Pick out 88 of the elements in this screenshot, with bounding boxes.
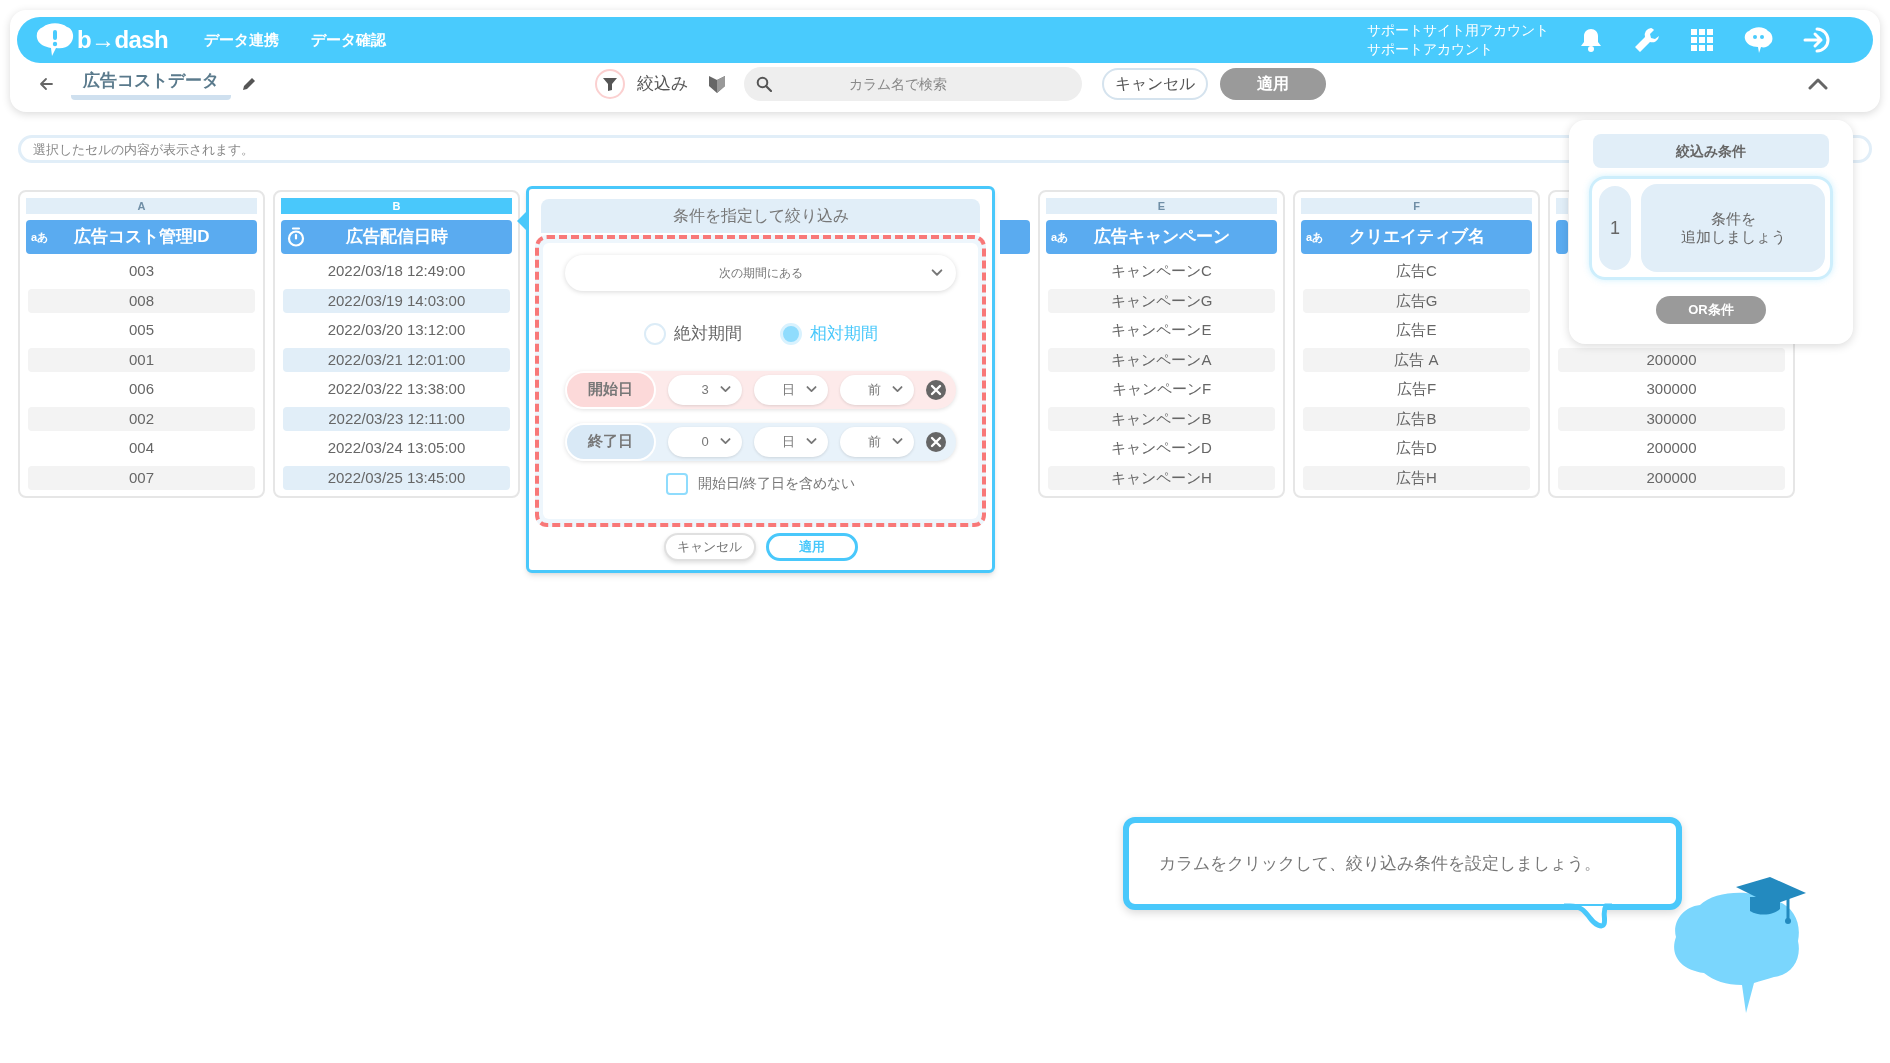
- stopwatch-icon: [287, 227, 305, 247]
- column-letter[interactable]: [1556, 198, 1568, 214]
- column-header[interactable]: [1000, 220, 1030, 254]
- operator-dropdown[interactable]: 次の期間にある: [565, 255, 956, 291]
- column-letter[interactable]: E: [1046, 198, 1277, 214]
- table-cell[interactable]: 広告C: [1303, 259, 1530, 284]
- table-cell[interactable]: 広告G: [1303, 288, 1530, 313]
- table-cell[interactable]: 広告F: [1303, 377, 1530, 402]
- range-dropdown[interactable]: 前: [839, 426, 914, 457]
- table-cell[interactable]: 2022/03/22 13:38:00: [283, 377, 510, 402]
- panel-title: 絞込み条件: [1593, 134, 1829, 168]
- search-field[interactable]: カラム名で検索: [744, 67, 1082, 101]
- table-cell[interactable]: 広告 A: [1303, 347, 1530, 372]
- condition-placeholder-text: 条件を: [1710, 210, 1756, 228]
- cancel-button[interactable]: キャンセル: [1102, 68, 1208, 100]
- account-text: サポートアカウント: [1367, 40, 1494, 59]
- range-dropdown[interactable]: 0: [667, 426, 742, 457]
- table-cell[interactable]: 広告E: [1303, 318, 1530, 343]
- cloud-icon[interactable]: [1743, 26, 1773, 54]
- table-cell[interactable]: 007: [28, 465, 255, 490]
- table-cell[interactable]: 006: [28, 377, 255, 402]
- cancel-button[interactable]: キャンセル: [663, 533, 756, 561]
- logo-text: b→dash: [77, 25, 169, 55]
- logo-icon[interactable]: [35, 23, 75, 57]
- range-dropdown[interactable]: 3: [667, 374, 742, 405]
- range-dropdown[interactable]: 日: [753, 374, 828, 405]
- table-cell[interactable]: キャンペーンE: [1048, 318, 1275, 343]
- funnel-icon: [602, 76, 618, 92]
- range-dropdown[interactable]: 前: [839, 374, 914, 405]
- table-cell[interactable]: 広告B: [1303, 406, 1530, 431]
- condition-placeholder-box[interactable]: 条件を 追加しましょう: [1641, 184, 1825, 272]
- table-cell[interactable]: 300000: [1558, 377, 1785, 402]
- account-text: サポートサイト用アカウント: [1367, 21, 1549, 40]
- column-header[interactable]: [1556, 220, 1568, 254]
- table-cell[interactable]: 005: [28, 318, 255, 343]
- radio-option[interactable]: 絶対期間: [643, 321, 742, 347]
- clear-icon[interactable]: [926, 379, 946, 400]
- filter-button[interactable]: [595, 69, 625, 99]
- table-cell[interactable]: 2022/03/23 12:11:00: [283, 406, 510, 431]
- clear-icon[interactable]: [926, 431, 946, 452]
- table-cell[interactable]: 2022/03/21 12:01:00: [283, 347, 510, 372]
- pencil-icon[interactable]: [241, 76, 257, 92]
- table-cell[interactable]: 300000: [1558, 406, 1785, 431]
- table-cell[interactable]: 001: [28, 347, 255, 372]
- table-cell[interactable]: 200000: [1558, 465, 1785, 490]
- table-cell[interactable]: 2022/03/24 13:05:00: [283, 436, 510, 461]
- table-cell[interactable]: キャンペーンG: [1048, 288, 1275, 313]
- back-arrow-icon[interactable]: [39, 77, 53, 91]
- grid-icon[interactable]: [1691, 29, 1713, 51]
- search-icon: [756, 76, 772, 92]
- condition-placeholder-text: 追加しましょう: [1680, 228, 1786, 246]
- collapse-icon[interactable]: [1808, 78, 1828, 90]
- table-cell[interactable]: 2022/03/25 13:45:00: [283, 465, 510, 490]
- table-cell[interactable]: 2022/03/18 12:49:00: [283, 259, 510, 284]
- table-cell[interactable]: キャンペーンB: [1048, 406, 1275, 431]
- table-cell[interactable]: 広告D: [1303, 436, 1530, 461]
- table-cell[interactable]: 200000: [1558, 347, 1785, 372]
- type-icon: aあ: [31, 229, 49, 246]
- table-cell[interactable]: キャンペーンA: [1048, 347, 1275, 372]
- filter-label: 絞込み: [637, 73, 688, 96]
- table-cell[interactable]: 200000: [1558, 436, 1785, 461]
- table-title[interactable]: 広告コストデータ: [71, 68, 231, 100]
- table-cell[interactable]: キャンペーンF: [1048, 377, 1275, 402]
- range-label: 終了日: [565, 422, 656, 461]
- table-cell[interactable]: 2022/03/20 13:12:00: [283, 318, 510, 343]
- shield-icon[interactable]: [708, 74, 726, 94]
- column-letter[interactable]: A: [26, 198, 257, 214]
- table-cell[interactable]: キャンペーンD: [1048, 436, 1275, 461]
- column-letter[interactable]: F: [1301, 198, 1532, 214]
- table-cell[interactable]: キャンペーンH: [1048, 465, 1275, 490]
- range-dropdown[interactable]: 日: [753, 426, 828, 457]
- table-cell[interactable]: 2022/03/19 14:03:00: [283, 288, 510, 313]
- popup-title: 条件を指定して絞り込み: [541, 199, 980, 233]
- table-cell[interactable]: 003: [28, 259, 255, 284]
- group-number: 1: [1597, 184, 1633, 272]
- table-cell[interactable]: 002: [28, 406, 255, 431]
- table-cell[interactable]: キャンペーンC: [1048, 259, 1275, 284]
- table-cell[interactable]: 004: [28, 436, 255, 461]
- table-cell[interactable]: 広告H: [1303, 465, 1530, 490]
- hint-text: カラムをクリックして、絞り込み条件を設定しましょう。: [1159, 852, 1601, 875]
- wrench-icon[interactable]: [1633, 26, 1661, 54]
- exclude-checkbox[interactable]: 開始日/終了日を含めない: [565, 472, 956, 495]
- range-label: 開始日: [565, 370, 656, 409]
- table-cell[interactable]: 008: [28, 288, 255, 313]
- bell-icon[interactable]: [1579, 27, 1603, 53]
- type-icon: aあ: [1051, 229, 1069, 246]
- condition-group[interactable]: 1 条件を 追加しましょう: [1589, 176, 1833, 280]
- type-icon: aあ: [1306, 229, 1324, 246]
